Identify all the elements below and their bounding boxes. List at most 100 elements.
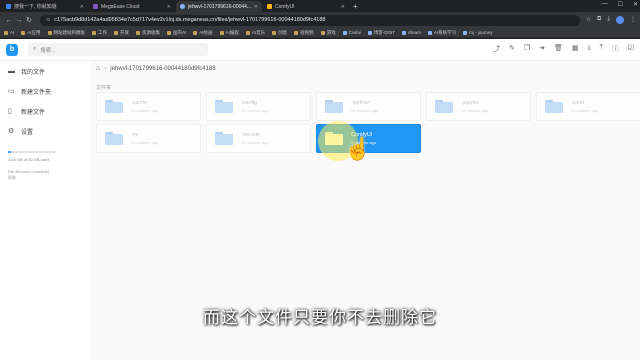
copy-icon[interactable]: ❐	[524, 44, 530, 54]
sidebar-item-label: 新建文件	[21, 109, 46, 116]
folder-item[interactable]: .vscode 21 minutes ago	[206, 124, 311, 153]
tab-favicon-icon	[267, 4, 272, 9]
bookmark-folder-icon	[4, 30, 8, 35]
share-icon[interactable]: ⤴	[493, 44, 500, 54]
sidebar-item-settings[interactable]: ⚙ 设置	[0, 121, 90, 141]
bookmark-item[interactable]: dream	[402, 30, 421, 35]
bookmarks-bar: AI AI应用 网站建站和模板 工作 开发 资源收集 国内AI AI绘画 AI编程 AI音乐 创意 短…	[0, 28, 640, 38]
close-icon[interactable]: ✕	[341, 4, 345, 10]
address-bar[interactable]: ⊙ c175acb9d8d142a4ad95834e7c5d717v4ev2v1…	[40, 14, 580, 26]
sidebar-item-label: 我的文件	[21, 69, 46, 76]
folder-modified: 21 minutes ago	[571, 108, 599, 113]
sidebar-item-my-files[interactable]: ▬ 我的文件	[0, 61, 90, 81]
site-info-icon[interactable]: ⊙	[46, 17, 50, 23]
folder-name: .local	[571, 100, 584, 106]
quota-bar	[8, 151, 56, 153]
app-header: b ⌕ 搜索... ⤴ ✎ ❐ ➜ 🗑 ▦ ⤓ ⤒ ⓘ ☑	[0, 39, 640, 61]
folder-item[interactable]: .cache 21 minutes ago	[96, 92, 201, 121]
menu-icon[interactable]: ⋮	[630, 16, 636, 24]
reload-icon[interactable]: ↻	[24, 16, 34, 24]
maximize-icon[interactable]: ☐	[618, 1, 623, 8]
bookmark-item[interactable]: AI	[4, 30, 14, 35]
folder-item[interactable]: .nv 21 minutes ago	[96, 124, 201, 153]
upload-icon[interactable]: ⤒	[600, 44, 603, 54]
folder-item[interactable]: .jupyter 21 minutes ago	[426, 92, 531, 121]
bookmark-item[interactable]: AI编程	[219, 30, 239, 36]
bookmark-folder-icon	[114, 30, 119, 35]
bookmark-folder-icon	[245, 30, 250, 35]
help-link[interactable]: 帮助	[8, 175, 49, 181]
folder-item[interactable]: .local 21 minutes ago	[536, 92, 640, 121]
bookmark-item[interactable]: AI系统学习	[427, 30, 456, 36]
tab-megaease[interactable]: MegaEase Cloud ✕	[89, 1, 175, 12]
bookmark-item[interactable]: 创意	[272, 30, 287, 36]
bookmark-item[interactable]: 博客-DOIT	[367, 30, 395, 36]
folder-text: .local 21 minutes ago	[571, 100, 598, 113]
bookmark-item[interactable]: mj - journey	[463, 30, 493, 35]
home-icon[interactable]: ⌂	[96, 65, 100, 72]
bookmark-label: AI应用	[27, 29, 41, 35]
folder-modified: 21 minutes ago	[131, 108, 159, 113]
folder-modified: 21 minutes ago	[241, 140, 269, 145]
folder-icon	[215, 132, 233, 145]
star-icon[interactable]: ☆	[586, 16, 591, 24]
folder-modified: 21 minutes ago	[461, 108, 489, 113]
tab-comfyui[interactable]: ComfyUI ✕	[263, 1, 349, 12]
back-icon[interactable]: ←	[4, 17, 14, 24]
rename-icon[interactable]: ✎	[509, 44, 515, 54]
tab-baidu[interactable]: 搜我一下, 你就知道 ✕	[2, 1, 88, 12]
bookmark-item[interactable]: 短视频	[294, 30, 314, 36]
bookmark-folder-icon	[47, 30, 52, 35]
breadcrumb-folder[interactable]: jehwvl-1701799616-00044180d9fc4188	[110, 66, 215, 72]
search-placeholder: 搜索...	[40, 47, 56, 54]
folder-item[interactable]: .config 21 minutes ago	[206, 92, 311, 121]
close-icon[interactable]: ✕	[167, 4, 171, 10]
folder-item[interactable]: .ipython 21 minutes ago	[316, 92, 421, 121]
bookmark-label: 网站建站和模板	[53, 29, 86, 35]
folder-icon	[105, 132, 123, 145]
bookmark-item[interactable]: AI绘画	[193, 30, 213, 36]
minimize-icon[interactable]: —	[602, 1, 608, 8]
bookmark-label: 开发	[120, 29, 130, 35]
logo-text: b	[9, 46, 15, 53]
sidebar-item-new-file[interactable]: ▯ 新建文件	[0, 101, 90, 121]
move-icon[interactable]: ➜	[539, 44, 545, 54]
new-tab-button[interactable]: +	[353, 2, 358, 12]
bookmark-item[interactable]: Civitai	[342, 30, 361, 35]
bookmark-item[interactable]: AI音乐	[245, 30, 265, 36]
close-icon[interactable]: ✕	[80, 4, 84, 10]
bookmark-folder-icon	[294, 30, 299, 35]
bookmark-item[interactable]: 工作	[92, 30, 107, 36]
breadcrumb: ⌂ › jehwvl-1701799616-00044180d9fc4188	[96, 65, 216, 72]
extensions-icon[interactable]: ⧉	[597, 16, 601, 24]
folder-icon	[105, 100, 123, 113]
download-files-icon[interactable]: ⤓	[588, 44, 591, 54]
app-logo[interactable]: b	[6, 43, 18, 56]
bookmark-item[interactable]: 资源收集	[136, 30, 160, 36]
sidebar-item-new-folder[interactable]: ▭ 新建文件夹	[0, 81, 90, 101]
profile-avatar[interactable]	[616, 16, 624, 24]
bookmark-item[interactable]: 游戏	[320, 30, 336, 36]
sidebar-item-label: 设置	[21, 129, 34, 136]
switch-view-icon[interactable]: ▦	[572, 44, 579, 54]
close-window-icon[interactable]: ✕	[633, 1, 638, 8]
browser-toolbar: ← → ↻ ⊙ c175acb9d8d142a4ad95834e7c5d717v…	[0, 12, 640, 28]
delete-icon[interactable]: 🗑	[554, 44, 563, 54]
new-file-icon: ▯	[8, 108, 12, 115]
tab-filebrowser[interactable]: jehwvl-1701799616-00044... ✕	[176, 1, 262, 12]
select-multiple-icon[interactable]: ☑	[628, 44, 634, 54]
bookmark-item[interactable]: AI应用	[21, 29, 41, 36]
bookmark-item[interactable]: 开发	[114, 30, 129, 36]
download-icon[interactable]: ⤓	[607, 16, 610, 24]
chevron-right-icon: ›	[104, 65, 107, 72]
bookmark-item[interactable]: 国内AI	[167, 30, 186, 36]
info-icon[interactable]: ⓘ	[612, 44, 619, 54]
folder-name: .nv	[131, 132, 139, 138]
forward-icon[interactable]: →	[14, 17, 24, 24]
search-input[interactable]: ⌕ 搜索...	[28, 43, 208, 56]
bookmark-label: Civitai	[348, 30, 361, 35]
close-icon[interactable]: ✕	[254, 4, 258, 10]
tab-favicon-icon	[93, 4, 98, 9]
bookmark-item[interactable]: 网站建站和模板	[47, 29, 86, 36]
bookmark-folder-icon	[219, 30, 224, 35]
